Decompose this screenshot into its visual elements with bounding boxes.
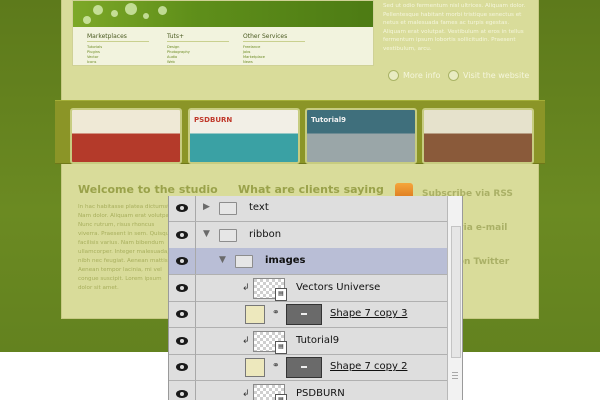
hero-link[interactable]: Design — [167, 45, 179, 49]
expand-down-icon[interactable]: ▼ — [219, 255, 226, 265]
folder-icon — [219, 202, 237, 215]
layer-row[interactable]: ▶ text — [169, 196, 448, 222]
layers-panel: ▶ text ▼ ribbon ▼ images ↲ ▤ Vectors Universe ⚭ Sh… — [168, 196, 463, 400]
hero-divider — [167, 41, 229, 42]
intro-text: Sed ut odio fermentum nisl ultrices. Ali… — [383, 3, 526, 52]
visibility-toggle[interactable] — [169, 196, 196, 221]
visibility-toggle[interactable] — [169, 301, 196, 327]
welcome-heading: Welcome to the studio — [78, 183, 218, 196]
hero-link[interactable]: Audio — [167, 55, 177, 59]
more-info-label: More info — [403, 71, 441, 80]
portfolio-strip: PSDBURN Tutorial9 — [55, 100, 545, 164]
portfolio-thumbnail[interactable]: Tutorial9 — [305, 108, 417, 164]
eye-icon — [176, 363, 188, 371]
eye-icon — [176, 283, 188, 292]
more-info-button[interactable]: More info — [388, 70, 440, 81]
visit-website-label: Visit the website — [463, 71, 530, 80]
visibility-toggle[interactable] — [169, 354, 196, 380]
hero-column-title: Marketplaces — [87, 33, 127, 40]
layers-scrollbar[interactable] — [447, 196, 462, 400]
thumbnail-label: Tutorial9 — [311, 116, 346, 124]
layer-row[interactable]: ▼ ribbon — [169, 221, 448, 249]
hero-column-title: Tuts+ — [167, 33, 185, 40]
hero-link[interactable]: Tutorials — [87, 45, 102, 49]
hero-link[interactable]: Marketplace — [243, 55, 265, 59]
visibility-toggle[interactable] — [169, 327, 196, 354]
hero-link[interactable]: Web — [167, 60, 175, 64]
layer-name: ribbon — [249, 228, 282, 240]
eye-icon — [176, 310, 188, 318]
layer-row[interactable]: ↲ ▤ Vectors Universe — [169, 274, 448, 302]
layer-name: Shape 7 copy 2 — [330, 361, 408, 372]
expand-right-icon[interactable]: ▶ — [203, 202, 210, 212]
layer-name: Tutorial9 — [296, 334, 340, 346]
eye-icon — [176, 389, 188, 398]
hero-link[interactable]: Jobs — [243, 50, 250, 54]
hero-divider — [87, 41, 149, 42]
portfolio-thumbnail[interactable] — [70, 108, 182, 164]
link-chain-icon: ⚭ — [272, 361, 280, 371]
clipping-arrow-icon: ↲ — [242, 335, 250, 346]
hero-link[interactable]: Icons — [87, 60, 96, 64]
vector-mask-thumbnail — [286, 304, 322, 325]
layer-row[interactable]: ↲ ▤ PSDBURN — [169, 380, 448, 400]
portfolio-thumbnail[interactable] — [422, 108, 534, 164]
layer-name: text — [249, 202, 269, 213]
layer-row[interactable]: ↲ ▤ Tutorial9 — [169, 327, 448, 355]
folder-icon — [219, 228, 237, 242]
welcome-text: In hac habitasse platea dictumst. Nam do… — [78, 204, 173, 291]
smart-object-icon: ▤ — [275, 393, 287, 400]
visibility-toggle[interactable] — [169, 221, 196, 248]
layer-name: images — [265, 255, 306, 266]
hero-column-title: Other Services — [243, 33, 288, 40]
layer-thumbnail: ▤ — [253, 330, 287, 354]
hero-banner: Marketplaces Tutorials Plugins Vector Icons T… — [72, 0, 374, 66]
clients-heading: What are clients saying — [238, 183, 384, 196]
eye-icon — [176, 230, 188, 239]
layer-row[interactable]: ⚭ Shape 7 copy 2 — [169, 354, 448, 381]
visibility-toggle[interactable] — [169, 274, 196, 301]
expand-down-icon[interactable]: ▼ — [203, 229, 210, 239]
thumbnail-label: PSDBURN — [194, 116, 233, 124]
folder-icon — [235, 255, 253, 268]
layer-name: Shape 7 copy 3 — [330, 308, 408, 319]
layer-row[interactable]: ▼ images — [169, 248, 448, 275]
layer-thumbnail: ▤ — [253, 277, 287, 301]
portfolio-thumbnail[interactable]: PSDBURN — [188, 108, 300, 164]
clipping-arrow-icon: ↲ — [242, 388, 250, 399]
scrollbar-thumb[interactable] — [451, 226, 461, 358]
clipping-arrow-icon: ↲ — [242, 282, 250, 293]
vector-mask-thumbnail — [286, 357, 322, 378]
visibility-toggle[interactable] — [169, 380, 196, 400]
visibility-toggle[interactable] — [169, 248, 196, 274]
smart-object-icon: ▤ — [275, 340, 287, 354]
fill-color-swatch[interactable] — [245, 358, 265, 377]
hero-link[interactable]: Photography — [167, 50, 190, 54]
layer-thumbnail: ▤ — [253, 383, 287, 400]
hero-link[interactable]: Vector — [87, 55, 98, 59]
hero-link[interactable]: Plugins — [87, 50, 100, 54]
layer-row[interactable]: ⚭ Shape 7 copy 3 — [169, 301, 448, 328]
lightbulb-icon — [388, 70, 399, 81]
hero-image — [73, 1, 373, 27]
eye-icon — [176, 336, 188, 345]
layer-name: PSDBURN — [296, 387, 345, 399]
eye-icon — [176, 204, 188, 212]
visit-website-button[interactable]: Visit the website — [448, 70, 529, 81]
link-chain-icon: ⚭ — [272, 308, 280, 318]
hero-divider — [243, 41, 305, 42]
fill-color-swatch[interactable] — [245, 305, 265, 324]
eye-icon — [176, 257, 188, 265]
hero-link[interactable]: News — [243, 60, 253, 64]
hero-link[interactable]: Freelance — [243, 45, 260, 49]
magnifier-icon — [448, 70, 459, 81]
smart-object-icon: ▤ — [275, 287, 287, 301]
layer-name: Vectors Universe — [296, 281, 381, 293]
